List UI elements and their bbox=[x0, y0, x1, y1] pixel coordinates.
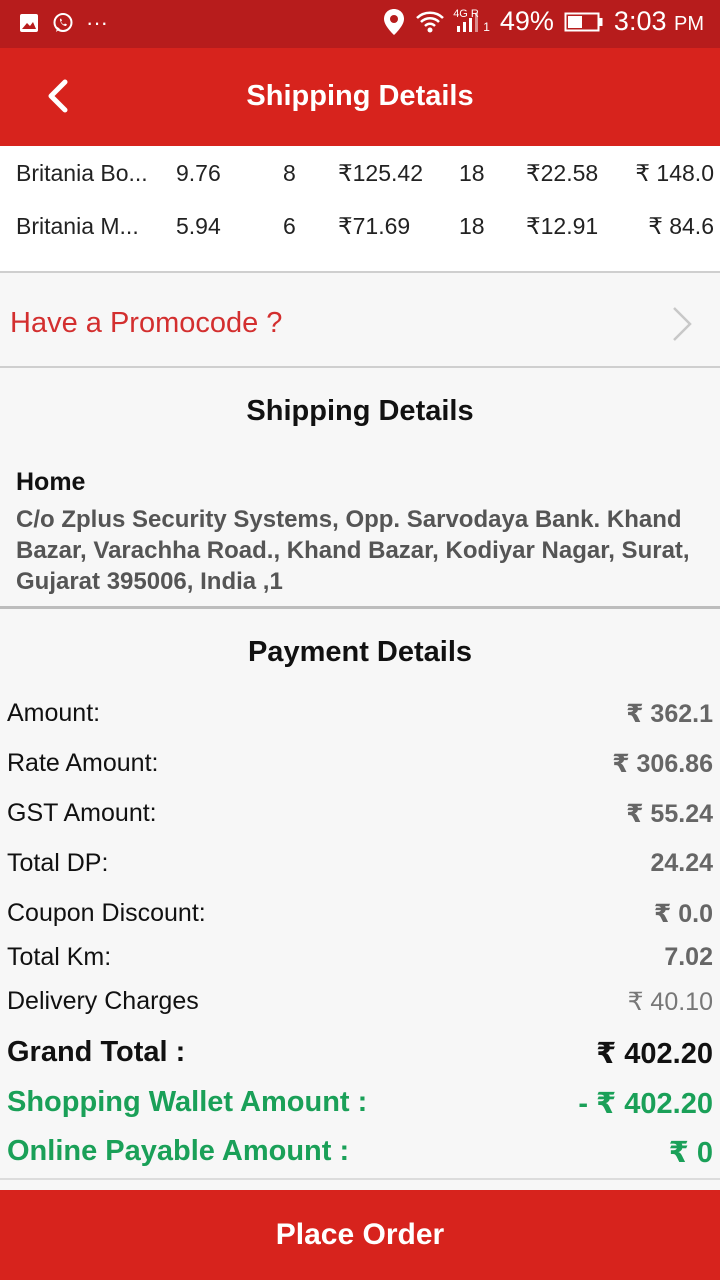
payment-value: ₹ 362.1 bbox=[626, 700, 713, 728]
item-quantity: 8 bbox=[283, 160, 296, 186]
payment-label: Coupon Discount: bbox=[7, 899, 206, 927]
grand-total-value: ₹ 402.20 bbox=[596, 1038, 713, 1070]
item-row: Britania M... 5.94 6 ₹71.69 18 ₹12.91 ₹ … bbox=[0, 207, 720, 247]
promocode-row[interactable]: Have a Promocode ? bbox=[0, 273, 720, 367]
network-type: 4G R bbox=[453, 7, 479, 20]
payment-label: Total DP: bbox=[7, 849, 109, 877]
app-bar: Shipping Details bbox=[0, 48, 720, 146]
payment-section-title: Payment Details bbox=[247, 636, 473, 668]
signal-icon: 4G R 1 bbox=[453, 7, 490, 34]
divider bbox=[0, 1178, 720, 1180]
address-type: Home bbox=[16, 468, 86, 496]
promocode-label: Have a Promocode ? bbox=[10, 307, 283, 339]
order-items-list: Britania Bo... 9.76 8 ₹125.42 18 ₹22.58 … bbox=[0, 146, 720, 272]
payment-label: Total Km: bbox=[7, 943, 112, 971]
payment-value: ₹ 55.24 bbox=[626, 800, 713, 828]
item-name: Britania Bo... bbox=[16, 160, 148, 186]
payment-value: ₹ 40.10 bbox=[627, 988, 713, 1016]
status-bar: ··· 4G R 1 49% 3:03 PM bbox=[0, 0, 720, 48]
payment-label: GST Amount: bbox=[7, 799, 157, 827]
payment-value: ₹ 0.0 bbox=[653, 900, 713, 928]
item-weight: 5.94 bbox=[176, 213, 221, 239]
payment-label: Rate Amount: bbox=[7, 749, 159, 777]
wallet-amount-label: Shopping Wallet Amount : bbox=[7, 1086, 368, 1118]
item-gst-percent: 18 bbox=[459, 213, 485, 239]
location-icon bbox=[383, 8, 405, 36]
item-gst-amount: ₹12.91 bbox=[526, 213, 599, 239]
battery-percent: 49% bbox=[499, 6, 554, 36]
item-rate: ₹71.69 bbox=[338, 213, 411, 239]
sim-number: 1 bbox=[483, 19, 490, 34]
grand-total-label: Grand Total : bbox=[7, 1036, 186, 1068]
wallet-amount-value: - ₹ 402.20 bbox=[578, 1088, 713, 1120]
status-right: 4G R 1 49% 3:03 PM bbox=[383, 6, 704, 37]
shipping-section-title: Shipping Details bbox=[246, 395, 474, 427]
place-order-button[interactable]: Place Order bbox=[0, 1190, 720, 1280]
online-payable-label: Online Payable Amount : bbox=[7, 1135, 350, 1167]
item-gst-amount: ₹22.58 bbox=[526, 160, 599, 186]
payment-value: 24.24 bbox=[650, 849, 713, 877]
payment-value: ₹ 306.86 bbox=[612, 750, 713, 778]
divider bbox=[0, 606, 720, 609]
wifi-icon bbox=[415, 10, 445, 34]
item-quantity: 6 bbox=[283, 213, 296, 239]
item-weight: 9.76 bbox=[176, 160, 221, 186]
item-rate: ₹125.42 bbox=[338, 160, 423, 186]
divider bbox=[0, 366, 720, 368]
whatsapp-notification-icon bbox=[52, 12, 74, 34]
status-left: ··· bbox=[18, 10, 108, 36]
more-notifications-icon: ··· bbox=[86, 10, 108, 35]
payment-label: Delivery Charges bbox=[7, 987, 199, 1015]
item-row: Britania Bo... 9.76 8 ₹125.42 18 ₹22.58 … bbox=[0, 154, 720, 194]
item-total: ₹ 148.0 bbox=[635, 160, 714, 186]
battery-icon bbox=[564, 11, 604, 33]
online-payable-value: ₹ 0 bbox=[668, 1137, 713, 1169]
gallery-notification-icon bbox=[18, 12, 40, 34]
shipping-address: C/o Zplus Security Systems, Opp. Sarvoda… bbox=[16, 506, 690, 595]
item-name: Britania M... bbox=[16, 213, 139, 239]
payment-value: 7.02 bbox=[664, 943, 713, 971]
item-gst-percent: 18 bbox=[459, 160, 485, 186]
page-title: Shipping Details bbox=[246, 80, 474, 112]
chevron-right-icon bbox=[673, 307, 692, 341]
item-total: ₹ 84.6 bbox=[648, 213, 714, 239]
clock: 3:03 PM bbox=[613, 6, 704, 36]
payment-label: Amount: bbox=[7, 699, 101, 727]
